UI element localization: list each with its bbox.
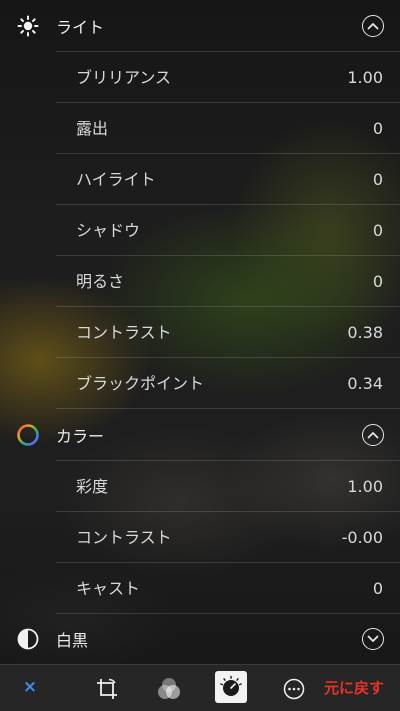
- row-value: 0: [372, 221, 383, 240]
- adjust-row-saturation[interactable]: 彩度 1.00: [56, 460, 400, 511]
- row-value: 0.38: [347, 323, 383, 342]
- more-icon[interactable]: [280, 675, 308, 703]
- row-label: 露出: [76, 119, 109, 138]
- adjust-row-contrast[interactable]: コントラスト 0.38: [56, 306, 400, 357]
- row-value: 0: [372, 579, 383, 598]
- row-label: 彩度: [76, 477, 109, 496]
- adjust-row-highlights[interactable]: ハイライト 0: [56, 153, 400, 204]
- adjust-row-shadows[interactable]: シャドウ 0: [56, 204, 400, 255]
- crop-rotate-icon[interactable]: [93, 675, 121, 703]
- sun-icon: [16, 14, 40, 38]
- adjustments-panel: ライト ブリリアンス 1.00 露出 0 ハイライト 0 シャドウ 0 明るさ …: [0, 0, 400, 664]
- row-value: -0.00: [341, 528, 383, 547]
- row-label: 明るさ: [76, 272, 125, 291]
- section-title-color: カラー: [56, 426, 105, 446]
- row-label: キャスト: [76, 579, 141, 598]
- adjust-row-black-point[interactable]: ブラックポイント 0.34: [56, 357, 400, 408]
- section-title-light: ライト: [56, 17, 105, 37]
- revert-button[interactable]: 元に戻す: [324, 665, 384, 711]
- filters-icon[interactable]: [155, 675, 183, 703]
- row-value: 1.00: [347, 68, 383, 87]
- chevron-up-circle-icon[interactable]: [362, 14, 384, 37]
- row-label: コントラスト: [76, 323, 172, 342]
- adjust-dial-icon[interactable]: [215, 671, 247, 703]
- adjust-row-color-contrast[interactable]: コントラスト -0.00: [56, 511, 400, 562]
- adjust-row-exposure[interactable]: 露出 0: [56, 102, 400, 153]
- row-label: ブリリアンス: [76, 68, 172, 87]
- row-value: 0.34: [347, 374, 383, 393]
- row-label: シャドウ: [76, 221, 141, 240]
- adjust-row-brilliance[interactable]: ブリリアンス 1.00: [56, 51, 400, 102]
- row-label: ブラックポイント: [76, 374, 205, 393]
- section-header-color[interactable]: カラー: [0, 409, 400, 460]
- row-value: 0: [372, 272, 383, 291]
- section-header-bw[interactable]: 白黒: [0, 614, 400, 664]
- row-value: 1.00: [347, 477, 383, 496]
- section-header-light[interactable]: ライト: [0, 0, 400, 51]
- half-circle-icon: [16, 627, 40, 651]
- adjust-row-cast[interactable]: キャスト 0: [56, 562, 400, 613]
- color-wheel-icon: [16, 423, 40, 447]
- row-label: ハイライト: [76, 170, 156, 189]
- row-value: 0: [372, 170, 383, 189]
- row-value: 0: [372, 119, 383, 138]
- bottom-toolbar: × 元に戻す: [0, 664, 400, 711]
- chevron-up-circle-icon[interactable]: [362, 423, 384, 446]
- adjust-row-brightness[interactable]: 明るさ 0: [56, 255, 400, 306]
- row-label: コントラスト: [76, 528, 172, 547]
- chevron-down-circle-icon[interactable]: [362, 628, 384, 650]
- cancel-button[interactable]: ×: [20, 677, 40, 697]
- section-title-bw: 白黒: [56, 631, 89, 650]
